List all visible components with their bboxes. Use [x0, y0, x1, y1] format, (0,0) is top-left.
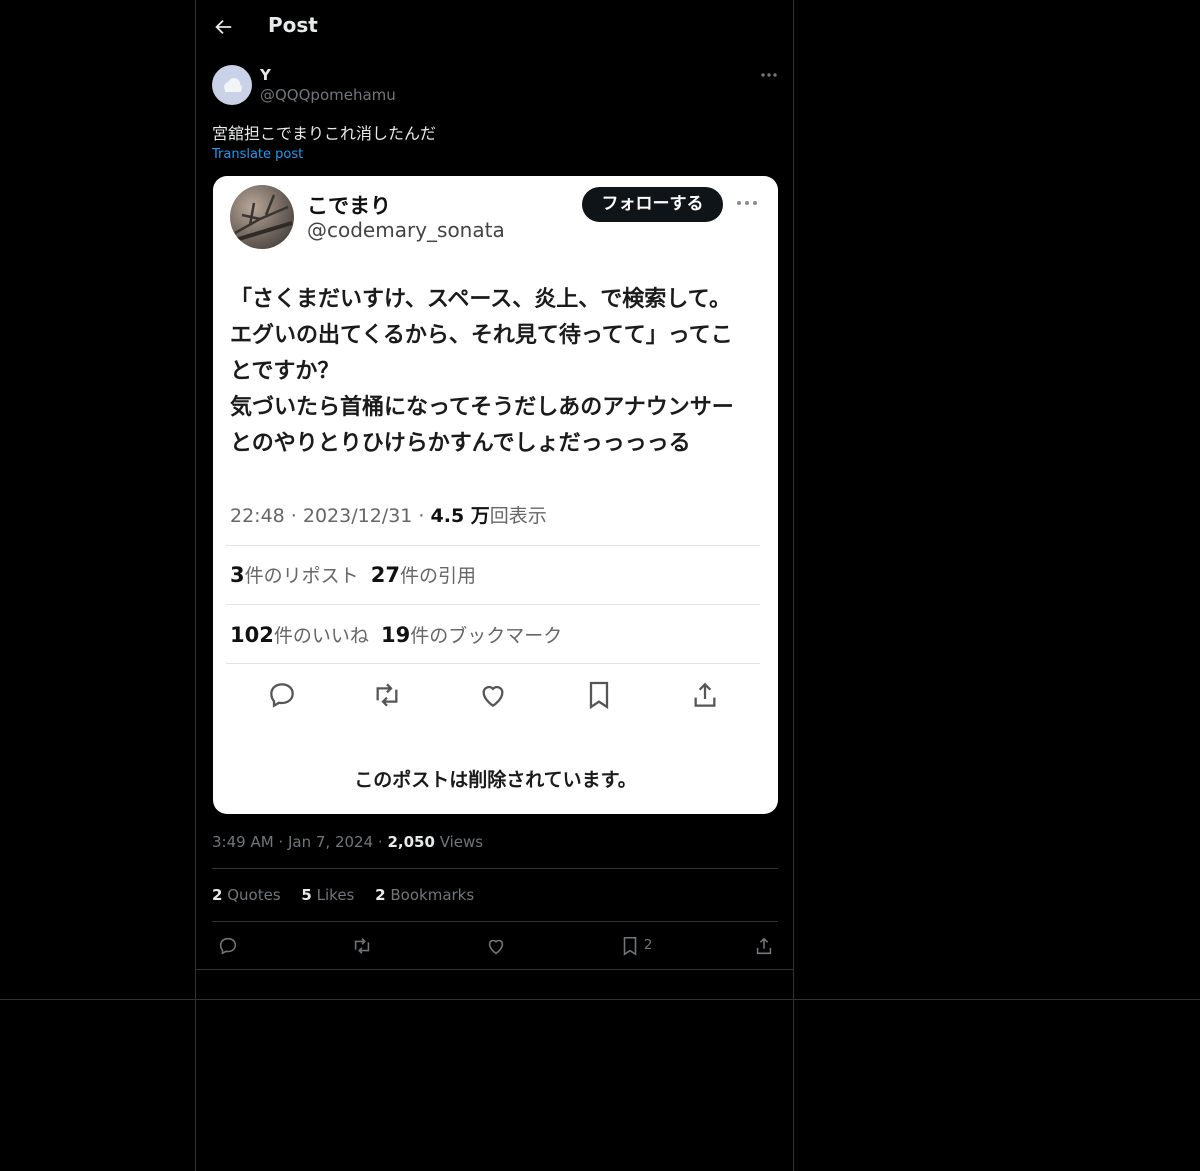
media-time: 22:48 · 2023/12/31 ·: [230, 505, 431, 527]
page-title: Post: [268, 13, 318, 37]
heart-icon: [482, 685, 504, 708]
media-deleted-notice: このポストは削除されています。: [354, 769, 637, 791]
media-body-line: とですか？: [230, 359, 340, 384]
post-text: 宮舘担こでまりこれ消したんだ: [212, 124, 437, 143]
post-header: Post: [196, 0, 793, 55]
quotes-label: Quotes: [227, 886, 281, 904]
post-timestamp: 3:49 AM · Jan 7, 2024 · 2,050 Views: [212, 833, 483, 851]
media-likes-label: 件のいいね: [273, 625, 369, 647]
likes-count: 5: [301, 886, 312, 904]
views-label: Views: [439, 833, 484, 851]
media-quotes-label: 件の引用: [399, 565, 476, 587]
media-reposts-number: 3: [230, 563, 245, 587]
bookmarks-count: 2: [375, 886, 386, 904]
media-bookmarks-label: 件のブックマーク: [410, 625, 563, 647]
repost-icon[interactable]: [351, 935, 373, 957]
media-post-body: 「さくまだいすけ、スペース、炎上、で検索して。 エグいの出てくるから、それ見て待…: [230, 282, 765, 462]
media-quotes-number: 27: [370, 563, 400, 587]
likes-label: Likes: [316, 886, 355, 904]
engagement-stats: 2 Quotes 5 Likes 2 Bookmarks: [212, 886, 490, 904]
bookmark-icon[interactable]: [619, 935, 641, 957]
media-bookmarks-number: 19: [380, 623, 411, 647]
bookmark-count: 2: [644, 938, 653, 953]
likes-stat[interactable]: 5 Likes: [301, 886, 354, 904]
divider: [212, 868, 778, 869]
divider: [212, 921, 778, 922]
media-avatar: [230, 185, 294, 249]
more-horizontal-icon: [737, 201, 757, 205]
arrow-left-icon[interactable]: [212, 16, 234, 38]
media-follow-button: フォローする: [582, 187, 723, 222]
repost-icon: [376, 683, 398, 707]
cloud-icon: [224, 78, 242, 92]
media-likes-number: 102: [230, 623, 274, 647]
media-body-line: 「さくまだいすけ、スペース、炎上、で検索して。: [230, 287, 731, 312]
tree-branch-icon: [231, 194, 293, 243]
divider: [196, 969, 793, 970]
post-time[interactable]: 3:49 AM: [212, 833, 274, 851]
author-display-name[interactable]: Y: [260, 66, 271, 84]
media-body-line: とのやりとりひけらかすんでしょだっっっっる: [230, 431, 691, 456]
media-display-name: こでまり: [307, 194, 391, 218]
media-like-stats: 102件のいいね 19件のブックマーク: [230, 621, 562, 648]
media-views-label: 回表示: [489, 505, 547, 527]
media-timestamp: 22:48 · 2023/12/31 · 4.5 万回表示: [230, 501, 547, 528]
heart-icon[interactable]: [485, 935, 507, 957]
media-divider: [226, 604, 760, 605]
media-body-line: エグいの出てくるから、それ見て待ってて」ってこ: [230, 323, 733, 348]
media-repost-stats: 3件のリポスト 27件の引用: [230, 561, 476, 588]
more-horizontal-icon[interactable]: [758, 68, 780, 82]
media-reposts-label: 件のリポスト: [244, 565, 359, 587]
bookmarks-label: Bookmarks: [390, 886, 475, 904]
media-divider: [226, 663, 760, 664]
views-count: 2,050: [387, 833, 435, 851]
avatar[interactable]: [212, 65, 252, 105]
post-column: Post Y @QQQpomehamu 宮舘担こでまりこれ消したんだ Trans…: [195, 0, 794, 1171]
share-icon[interactable]: [753, 935, 775, 957]
media-body-line: 気づいたら首桶になってそうだしあのアナウンサー: [230, 395, 734, 420]
author-handle[interactable]: @QQQpomehamu: [260, 86, 396, 104]
media-views-number: 4.5 万: [430, 505, 490, 527]
translate-post-link[interactable]: Translate post: [212, 147, 303, 162]
bookmark-icon: [589, 681, 609, 710]
meta-separator: ·: [278, 833, 288, 851]
post-date[interactable]: Jan 7, 2024: [288, 833, 373, 851]
quotes-stat[interactable]: 2 Quotes: [212, 886, 281, 904]
media-handle: @codemary_sonata: [307, 218, 505, 242]
reply-icon[interactable]: [217, 935, 239, 957]
quotes-count: 2: [212, 886, 223, 904]
post-media-image[interactable]: こでまり @codemary_sonata フォローする 「さくまだいすけ、スペ…: [213, 176, 778, 814]
share-icon: [694, 682, 716, 707]
bookmarks-stat[interactable]: 2 Bookmarks: [375, 886, 474, 904]
reply-icon: [270, 683, 294, 708]
media-divider: [226, 545, 760, 546]
